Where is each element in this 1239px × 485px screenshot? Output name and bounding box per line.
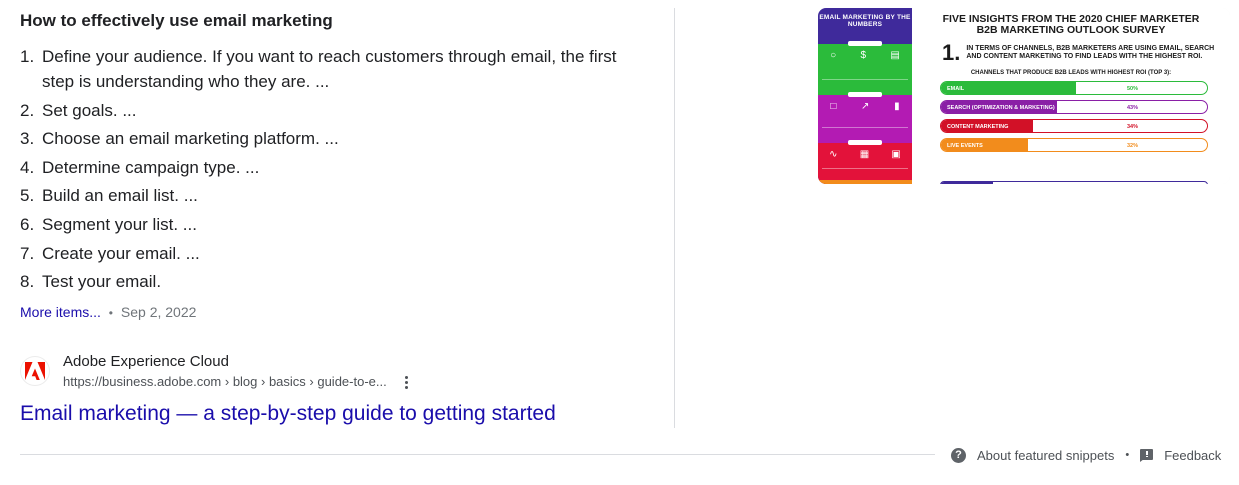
adobe-logo-icon-svg	[25, 362, 45, 380]
infographic-bar-label: LIVE EVENTS	[947, 143, 983, 149]
infographic-thumbnail[interactable]: EMAIL MARKETING BY THE NUMBERS ○ $ ▤ □ ↗ ▮ ∿…	[818, 8, 1230, 184]
infographic-bar-label: EMAIL	[947, 86, 965, 92]
footer-links: ? About featured snippets • Feedback	[951, 446, 1221, 464]
bar-chart-icon: ▮	[894, 101, 900, 112]
step-text: Build an email list. ...	[42, 186, 198, 206]
step-text: Set goals. ...	[42, 100, 137, 120]
list-item: 3. Choose an email marketing platform. ..…	[20, 126, 620, 151]
step-text: Create your email. ...	[42, 243, 200, 263]
step-text: Define your audience. If you want to rea…	[42, 47, 617, 91]
list-item: 6. Segment your list. ...	[20, 212, 620, 237]
infographic-point: 1. IN TERMS OF CHANNELS, B2B MARKETERS A…	[942, 40, 1230, 65]
feedback-link[interactable]: Feedback	[1164, 448, 1221, 463]
infographic-bar-value: 32%	[1127, 143, 1139, 149]
step-number: 4.	[20, 157, 35, 177]
briefcase-icon: ▣	[891, 149, 901, 160]
source-url-row: https://business.adobe.com › blog › basi…	[63, 373, 415, 391]
step-number: 5.	[20, 186, 35, 206]
list-item: 7. Create your email. ...	[20, 241, 620, 266]
point-text: IN TERMS OF CHANNELS, B2B MARKETERS ARE …	[966, 45, 1215, 60]
vertical-divider	[674, 8, 675, 428]
source-header: Adobe Experience Cloud https://business.…	[20, 352, 670, 391]
step-number: 1.	[20, 47, 35, 66]
list-item: 2. Set goals. ...	[20, 98, 620, 123]
list-item: 8. Test your email.	[20, 269, 620, 294]
step-number: 8.	[20, 272, 35, 292]
step-number: 7.	[20, 243, 35, 263]
step-text: Choose an email marketing platform. ...	[42, 129, 339, 149]
pulse-icon: ∿	[829, 149, 838, 160]
more-items-link[interactable]: More items...	[20, 304, 101, 320]
result-title-link[interactable]: Email marketing — a step-by-step guide t…	[20, 401, 670, 427]
infographic-subheading: CHANNELS THAT PRODUCE B2B LEADS WITH HIG…	[970, 70, 1172, 76]
infographic-orange-block	[818, 180, 912, 184]
featured-snippet: How to effectively use email marketing 1…	[20, 10, 660, 323]
trend-icon: ↗	[861, 101, 870, 112]
lightbulb-icon: ○	[830, 50, 837, 61]
infographic-bar-label: SEARCH (OPTIMIZATION & MARKETING)	[947, 105, 1055, 111]
infographic-bar: SEARCH (OPTIMIZATION & MARKETING) 43%	[940, 100, 1208, 114]
infographic-bar: LIVE EVENTS 32%	[940, 138, 1208, 152]
infographic-bar-value: 34%	[1127, 124, 1139, 130]
infographic-title-line2: B2B MARKETING OUTLOOK SURVEY	[976, 24, 1166, 36]
separator-dot: •	[108, 306, 113, 321]
infographic-bar: EMAIL 50%	[940, 81, 1208, 95]
more-items-row: More items... • Sep 2, 2022	[20, 302, 660, 323]
infographic-bar-value: 43%	[1127, 105, 1139, 111]
step-text: Determine campaign type. ...	[42, 157, 260, 177]
help-circle-icon[interactable]: ?	[951, 447, 966, 463]
snippet-date: Sep 2, 2022	[120, 304, 197, 321]
infographic-partial-bar	[940, 181, 1208, 184]
footer-divider	[20, 454, 935, 455]
infographic-right-panel: FIVE INSIGHTS FROM THE 2020 CHIEF MARKET…	[912, 8, 1230, 184]
step-text: Test your email.	[42, 272, 162, 292]
point-number: 1.	[942, 40, 961, 65]
list-item: 5. Build an email list. ...	[20, 183, 620, 208]
chat-icon: □	[830, 101, 837, 112]
footer-separator: •	[1125, 449, 1130, 461]
infographic-left-panel: EMAIL MARKETING BY THE NUMBERS ○ $ ▤ □ ↗ ▮ ∿…	[818, 8, 912, 184]
dollar-icon: $	[860, 50, 867, 61]
step-number: 2.	[20, 100, 35, 120]
infographic-left-title: EMAIL MARKETING BY THE NUMBERS	[819, 14, 911, 28]
infographic-bars: EMAIL 50% SEARCH (OPTIMIZATION & MARKETING…	[912, 81, 1230, 152]
source-url[interactable]: https://business.adobe.com › blog › basi…	[63, 373, 387, 391]
steps-list: 1. Define your audience. If you want to r…	[20, 44, 660, 294]
infographic-bar-label: CONTENT MARKETING	[947, 124, 1009, 130]
feedback-flag-icon[interactable]	[1140, 448, 1154, 462]
infographic-purple-block: □ ↗ ▮	[818, 92, 912, 143]
infographic-bar: CONTENT MARKETING 34%	[940, 119, 1208, 133]
source-result: Adobe Experience Cloud https://business.…	[20, 352, 670, 427]
more-options-icon[interactable]	[399, 373, 415, 391]
step-text: Segment your list. ...	[42, 214, 197, 234]
list-item: 4. Determine campaign type. ...	[20, 155, 620, 180]
about-featured-snippets-link[interactable]: About featured snippets	[977, 448, 1114, 463]
step-number: 6.	[20, 214, 35, 234]
step-number: 3.	[20, 129, 35, 149]
list-item: 1. Define your audience. If you want to r…	[20, 44, 620, 94]
source-name[interactable]: Adobe Experience Cloud	[63, 352, 415, 372]
infographic-bar-value: 50%	[1127, 86, 1139, 92]
snippet-heading: How to effectively use email marketing	[20, 11, 333, 30]
adobe-logo-icon[interactable]	[20, 356, 50, 386]
infographic-green-block: ○ $ ▤	[818, 41, 912, 95]
source-text: Adobe Experience Cloud https://business.…	[63, 352, 415, 391]
document-icon: ▤	[890, 50, 900, 61]
infographic-red-block: ∿ ▦ ▣	[818, 140, 912, 184]
calendar-icon: ▦	[859, 149, 870, 160]
